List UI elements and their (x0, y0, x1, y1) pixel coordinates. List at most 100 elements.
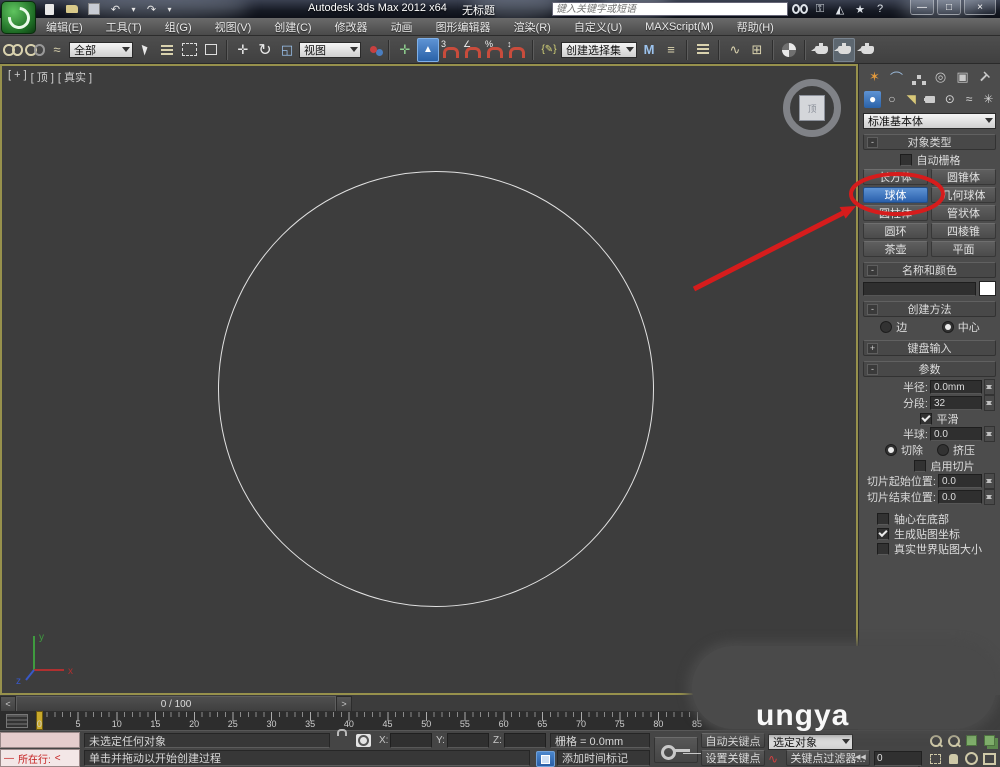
creation-center-radio[interactable]: 中心 (941, 319, 980, 335)
menu-item-help[interactable]: 帮助(H) (737, 19, 774, 35)
tab-hierarchy[interactable] (909, 68, 928, 86)
object-type-cylinder-button[interactable]: 圆柱体 (863, 205, 928, 221)
viewcube-top-face[interactable]: 顶 (799, 95, 825, 121)
base-to-pivot-checkbox[interactable] (877, 512, 889, 525)
mirror-button[interactable]: M (639, 39, 659, 61)
zoom-all-button[interactable] (945, 732, 962, 749)
angle-snap-button[interactable]: ∠ (463, 39, 483, 61)
select-and-link-button[interactable] (3, 39, 23, 61)
select-by-name-button[interactable] (157, 39, 177, 61)
viewport-pov-menu[interactable]: [ 顶 ] (31, 69, 54, 85)
select-and-rotate-button[interactable]: ↻ (255, 39, 275, 61)
key-tangent-curve-icon[interactable]: ∿ (768, 752, 778, 766)
object-type-box-button[interactable]: 长方体 (863, 169, 928, 185)
use-pivot-center-button[interactable] (363, 39, 383, 61)
close-button[interactable]: × (964, 0, 996, 15)
slice-from-input[interactable] (938, 474, 982, 488)
object-name-input[interactable] (863, 281, 976, 296)
viewcube[interactable]: 顶 (783, 79, 841, 137)
menu-item-graph-editors[interactable]: 图形编辑器 (436, 19, 491, 35)
set-key-button[interactable]: 设置关键点 (701, 750, 765, 766)
orbit-button[interactable] (963, 750, 980, 767)
subtab-shapes[interactable]: ○ (883, 91, 900, 108)
slice-to-spinner[interactable] (984, 489, 995, 505)
align-button[interactable]: ≡ (661, 39, 681, 61)
window-crossing-toggle-button[interactable] (201, 39, 221, 61)
x-coord-input[interactable] (390, 733, 432, 748)
redo-button[interactable]: ↷ (144, 3, 159, 16)
bind-to-spacewarp-button[interactable]: ≈ (47, 39, 67, 61)
enable-slice-checkbox[interactable] (913, 459, 926, 472)
object-color-swatch[interactable] (979, 281, 996, 296)
schematic-view-button[interactable]: ⊞ (747, 39, 767, 61)
curve-editor-button[interactable]: ∿ (725, 39, 745, 61)
viewport-top[interactable]: [ + ] [ 顶 ] [ 真实 ] 顶 y x z (0, 64, 858, 695)
realworld-map-size-checkbox[interactable] (877, 542, 889, 555)
go-to-start-button[interactable]: ◀◀ (855, 753, 866, 761)
y-coord-input[interactable] (447, 733, 489, 748)
spinner-snap-button[interactable]: ↕ (507, 39, 527, 61)
maxscript-mini-listener[interactable]: — 所在行: < (0, 749, 80, 767)
menu-item-maxscript[interactable]: MAXScript(M) (645, 21, 713, 33)
auto-key-button[interactable]: 自动关键点 (701, 733, 765, 748)
snap-toggle-3d-button[interactable]: 3 (441, 39, 461, 61)
material-editor-button[interactable] (779, 39, 799, 61)
slice-from-spinner[interactable] (984, 473, 995, 489)
menu-item-rendering[interactable]: 渲染(R) (514, 19, 551, 35)
render-production-button[interactable] (856, 39, 877, 61)
percent-snap-button[interactable]: % (485, 39, 505, 61)
subtab-spacewarps[interactable]: ≈ (960, 91, 977, 108)
subscription-center-button[interactable]: ⚿ (812, 3, 828, 16)
object-type-tube-button[interactable]: 管状体 (931, 205, 996, 221)
subtab-cameras[interactable] (922, 91, 939, 108)
undo-button[interactable]: ↶ (108, 3, 123, 16)
subtab-systems[interactable]: ✳ (980, 91, 997, 108)
generate-mapping-coords-checkbox[interactable] (877, 527, 889, 540)
unlink-selection-button[interactable] (25, 39, 45, 61)
segments-spinner[interactable] (984, 395, 995, 411)
tab-motion[interactable]: ◎ (931, 68, 950, 86)
rollout-parameters[interactable]: - 参数 (863, 361, 996, 377)
object-type-teapot-button[interactable]: 茶壶 (863, 241, 928, 257)
object-type-pyramid-button[interactable]: 四棱锥 (931, 223, 996, 239)
hemisphere-spinner[interactable] (984, 426, 995, 442)
new-file-button[interactable] (42, 3, 57, 16)
rollout-keyboard-entry[interactable]: + 键盘输入 (863, 340, 996, 356)
radius-input[interactable] (930, 380, 982, 394)
application-menu-button[interactable] (1, 1, 36, 34)
favorites-star-button[interactable]: ★ (852, 3, 868, 16)
undo-dropdown-arrow[interactable]: ▾ (130, 3, 137, 16)
reference-coordinate-dropdown[interactable]: 视图 (299, 41, 361, 58)
select-and-manipulate-button[interactable]: ✛ (395, 39, 415, 61)
select-and-scale-button[interactable]: ◱ (277, 39, 297, 61)
radius-spinner[interactable] (984, 379, 995, 395)
rollout-creation-method[interactable]: - 创建方法 (863, 301, 996, 317)
zoom-extents-button[interactable] (963, 732, 980, 749)
time-step-back-button[interactable]: < (0, 696, 16, 712)
maximize-viewport-toggle-button[interactable] (981, 750, 998, 767)
tab-display[interactable]: ▣ (953, 68, 972, 86)
subtab-lights[interactable]: ◥ (903, 91, 920, 108)
infocenter-search-input[interactable] (552, 2, 788, 16)
time-slider-handle[interactable]: 0 / 100 (16, 696, 336, 712)
search-binoculars-button[interactable] (792, 3, 808, 16)
tab-create[interactable]: ✶ (865, 68, 884, 86)
menu-item-create[interactable]: 创建(C) (274, 19, 311, 35)
absolute-mode-toggle-button[interactable] (356, 734, 371, 747)
smooth-checkbox[interactable] (919, 412, 932, 425)
minimize-button[interactable]: — (910, 0, 934, 15)
viewport-general-menu[interactable]: [ + ] (8, 69, 27, 85)
select-and-move-button[interactable]: ✛ (233, 39, 253, 61)
viewport-shading-menu[interactable]: [ 真实 ] (58, 69, 92, 85)
menu-item-views[interactable]: 视图(V) (215, 19, 252, 35)
subtab-helpers[interactable]: ⊙ (941, 91, 958, 108)
qat-options-arrow[interactable]: ▾ (166, 3, 173, 16)
chop-radio[interactable]: 切除 (885, 442, 923, 458)
rendered-frame-window-button[interactable] (833, 37, 855, 62)
select-object-button[interactable] (135, 39, 155, 61)
open-file-button[interactable] (64, 3, 79, 16)
current-frame-input[interactable] (874, 751, 922, 766)
menu-item-edit[interactable]: 编辑(E) (46, 19, 83, 35)
menu-item-animation[interactable]: 动画 (391, 19, 413, 35)
autokey-selection-dropdown[interactable]: 选定对象 (768, 734, 853, 750)
